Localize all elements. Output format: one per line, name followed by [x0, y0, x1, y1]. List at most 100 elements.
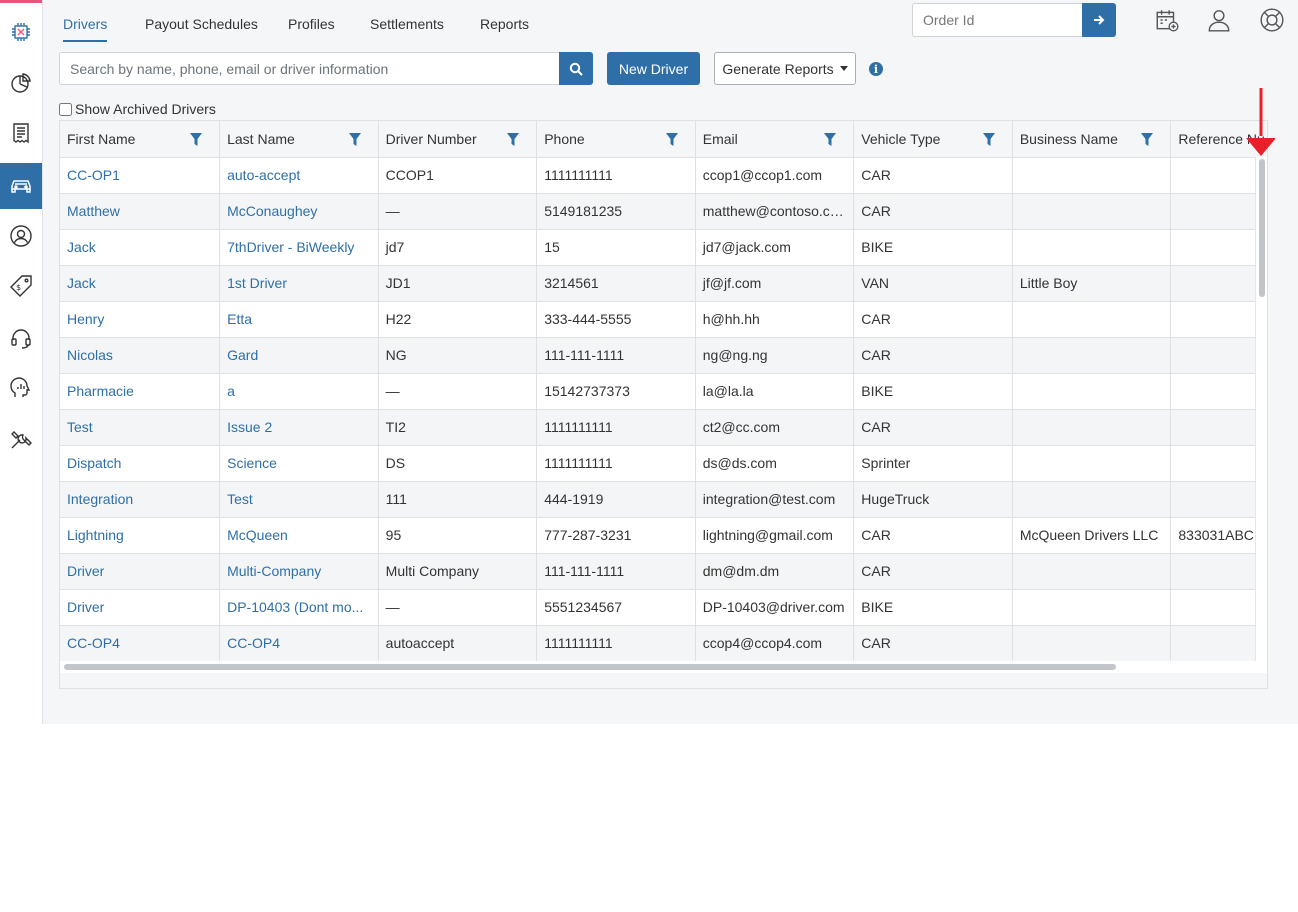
- table-cell[interactable]: Jack: [60, 229, 221, 266]
- circuit-logo-icon[interactable]: [0, 9, 42, 55]
- horizontal-scrollbar-thumb[interactable]: [64, 664, 1116, 670]
- column-header[interactable]: Driver Number: [378, 121, 538, 158]
- column-header[interactable]: Last Name: [219, 121, 379, 158]
- order-id-input[interactable]: [912, 3, 1082, 37]
- table-cell: VAN: [853, 265, 1013, 302]
- table-cell[interactable]: Gard: [219, 337, 379, 374]
- table-cell: 3214561: [536, 265, 696, 302]
- generate-reports-button[interactable]: Generate Reports: [714, 52, 856, 85]
- table-row[interactable]: Henry Etta H22 333-444-5555 h@hh.hh CAR: [60, 301, 1267, 338]
- table-row[interactable]: Test Issue 2 TI2 1111111111 ct2@cc.com CAR: [60, 409, 1267, 446]
- svg-text:$: $: [16, 283, 21, 292]
- column-header[interactable]: First Name: [60, 121, 221, 158]
- table-row[interactable]: Dispatch Science DS 1111111111 ds@ds.com Spri…: [60, 445, 1267, 482]
- show-archived-toggle[interactable]: Show Archived Drivers: [59, 101, 216, 117]
- table-row[interactable]: Driver Multi-Company Multi Company 111-111-…: [60, 553, 1267, 590]
- table-cell[interactable]: 7thDriver - BiWeekly: [219, 229, 379, 266]
- table-row[interactable]: CC-OP1 auto-accept CCOP1 1111111111 ccop1@cc…: [60, 157, 1267, 194]
- table-row[interactable]: Jack 1st Driver JD1 3214561 jf@jf.com VAN Litt…: [60, 265, 1267, 302]
- app-root: $ Drivers Payout Schedules Profiles Sett…: [0, 0, 1298, 724]
- table-row[interactable]: Matthew McConaughey —5149181235 matthew@con…: [60, 193, 1267, 230]
- filter-icon[interactable]: [824, 133, 837, 146]
- filter-icon[interactable]: [982, 133, 995, 146]
- table-cell: [1012, 445, 1172, 482]
- tools-icon[interactable]: [0, 417, 42, 463]
- table-cell[interactable]: 1st Driver: [219, 265, 379, 302]
- table-body: CC-OP1 auto-accept CCOP1 1111111111 ccop1@cc…: [60, 157, 1267, 662]
- headset-icon[interactable]: [0, 315, 42, 361]
- table-cell[interactable]: auto-accept: [219, 157, 379, 194]
- table-cell[interactable]: Integration: [60, 481, 221, 518]
- tab-drivers[interactable]: Drivers: [63, 0, 145, 42]
- table-cell[interactable]: Dispatch: [60, 445, 221, 482]
- analytics-head-icon[interactable]: [0, 365, 42, 411]
- table-cell[interactable]: McConaughey: [219, 193, 379, 230]
- table-cell[interactable]: Test: [60, 409, 221, 446]
- help-lifebuoy-icon[interactable]: [1258, 6, 1286, 34]
- table-cell[interactable]: Test: [219, 481, 379, 518]
- column-header[interactable]: Email: [695, 121, 855, 158]
- tab-reports[interactable]: Reports: [480, 0, 560, 42]
- header-row: First Name Last Name Driver Number Phone Ema…: [60, 121, 1267, 158]
- filter-icon[interactable]: [1141, 133, 1154, 146]
- column-header[interactable]: Phone: [536, 121, 696, 158]
- table-cell[interactable]: CC-OP1: [60, 157, 221, 194]
- table-cell: [1170, 409, 1267, 446]
- table-cell[interactable]: Matthew: [60, 193, 221, 230]
- vertical-scrollbar-thumb[interactable]: [1259, 159, 1265, 297]
- table-cell[interactable]: Lightning: [60, 517, 221, 554]
- table-cell: [1170, 337, 1267, 374]
- driver-search-input[interactable]: [59, 52, 559, 85]
- table-cell: 333-444-5555: [536, 301, 696, 338]
- filter-icon[interactable]: [507, 133, 520, 146]
- user-circle-icon[interactable]: [0, 213, 42, 259]
- show-archived-label: Show Archived Drivers: [75, 101, 216, 117]
- table-row[interactable]: Pharmacie a —15142737373 la@la.la BIKE: [60, 373, 1267, 410]
- table-cell[interactable]: Etta: [219, 301, 379, 338]
- table-row[interactable]: Nicolas Gard NG 111-111-1111 ng@ng.ng CAR: [60, 337, 1267, 374]
- pie-chart-icon[interactable]: [0, 60, 42, 106]
- column-header-label: Business Name: [1019, 131, 1118, 148]
- car-icon[interactable]: [0, 163, 42, 209]
- column-header[interactable]: Vehicle Type: [853, 121, 1013, 158]
- price-tag-icon[interactable]: $: [0, 263, 42, 309]
- filter-icon[interactable]: [348, 133, 361, 146]
- table-cell[interactable]: Henry: [60, 301, 221, 338]
- tab-settlements[interactable]: Settlements: [370, 0, 480, 42]
- table-cell[interactable]: DP-10403 (Dont mo...: [219, 589, 379, 626]
- receipt-icon[interactable]: [0, 110, 42, 156]
- table-cell[interactable]: CC-OP4: [219, 625, 379, 662]
- table-row[interactable]: CC-OP4 CC-OP4 autoaccept 1111111111 ccop4@cc…: [60, 625, 1267, 662]
- table-row[interactable]: Driver DP-10403 (Dont mo... —5551234567 DP-…: [60, 589, 1267, 626]
- table-cell[interactable]: Pharmacie: [60, 373, 221, 410]
- info-icon[interactable]: i: [869, 62, 883, 76]
- table-cell: 444-1919: [536, 481, 696, 518]
- table-cell: ccop4@ccop4.com: [695, 625, 855, 662]
- table-cell[interactable]: Science: [219, 445, 379, 482]
- table-cell[interactable]: Jack: [60, 265, 221, 302]
- table-cell[interactable]: Driver: [60, 589, 221, 626]
- user-profile-icon[interactable]: [1205, 6, 1233, 34]
- table-cell: 5551234567: [536, 589, 696, 626]
- table-row[interactable]: Jack 7thDriver - BiWeekly jd7 15 jd7@jack.co…: [60, 229, 1267, 266]
- table-row[interactable]: Integration Test 111 444-1919 integration@te…: [60, 481, 1267, 518]
- table-cell[interactable]: CC-OP4: [60, 625, 221, 662]
- column-header[interactable]: Business Name: [1012, 121, 1172, 158]
- tab-payout-schedules[interactable]: Payout Schedules: [145, 0, 288, 42]
- search-button[interactable]: [559, 52, 593, 85]
- table-cell[interactable]: Multi-Company: [219, 553, 379, 590]
- new-driver-button[interactable]: New Driver: [607, 52, 700, 85]
- order-go-button[interactable]: [1082, 3, 1116, 37]
- calendar-add-icon[interactable]: [1153, 6, 1181, 34]
- table-cell[interactable]: Driver: [60, 553, 221, 590]
- table-cell[interactable]: a: [219, 373, 379, 410]
- filter-icon[interactable]: [665, 133, 678, 146]
- table-cell[interactable]: Issue 2: [219, 409, 379, 446]
- table-row[interactable]: Lightning McQueen 95 777-287-3231 lightning@…: [60, 517, 1267, 554]
- show-archived-checkbox[interactable]: [59, 102, 72, 116]
- table-cell[interactable]: Nicolas: [60, 337, 221, 374]
- table-cell: CAR: [853, 553, 1013, 590]
- tab-profiles[interactable]: Profiles: [288, 0, 370, 42]
- table-cell[interactable]: McQueen: [219, 517, 379, 554]
- filter-icon[interactable]: [190, 133, 203, 146]
